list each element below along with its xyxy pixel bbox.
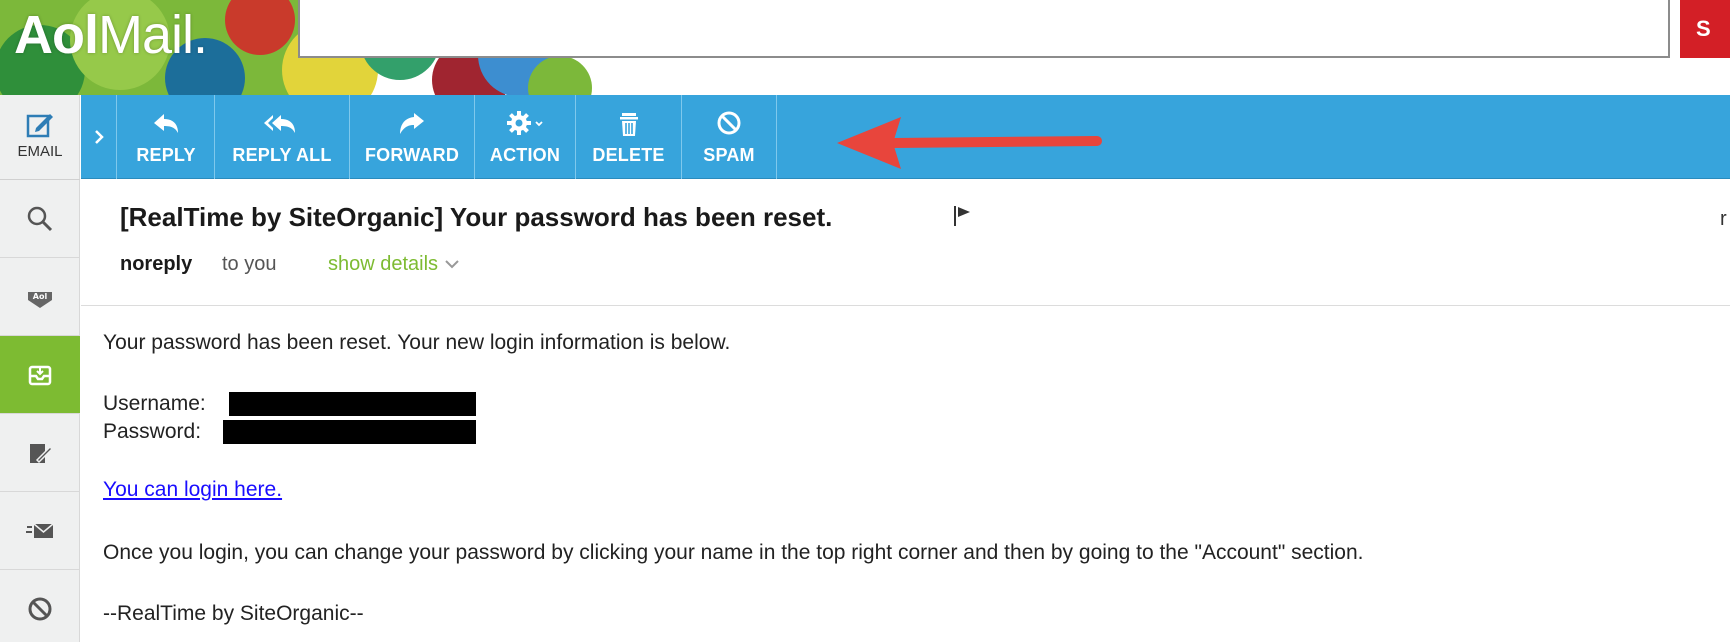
inbox-icon xyxy=(28,365,52,385)
logo-product: Mail. xyxy=(98,5,208,65)
password-redaction xyxy=(223,420,476,444)
chevron-right-icon xyxy=(94,130,104,144)
reply-button[interactable]: REPLY xyxy=(118,95,215,179)
spam-label: SPAM xyxy=(703,144,755,165)
show-details-label: show details xyxy=(328,253,439,275)
reply-label: REPLY xyxy=(136,144,196,165)
compose-label: EMAIL xyxy=(17,143,63,160)
truncated-header-text: r xyxy=(1720,208,1727,230)
forward-label: FORWARD xyxy=(364,144,460,165)
message-sender[interactable]: noreply xyxy=(120,253,192,276)
aol-icon: Aol xyxy=(28,291,52,308)
reply-all-label: REPLY ALL xyxy=(232,144,332,165)
spam-button[interactable]: SPAM xyxy=(682,95,777,179)
compose-icon xyxy=(26,114,53,138)
rail-spam[interactable] xyxy=(0,570,80,642)
username-label: Username: xyxy=(103,392,206,415)
reply-icon xyxy=(154,113,178,133)
left-rail: EMAIL Aol xyxy=(0,95,80,642)
compose-email-button[interactable]: EMAIL xyxy=(0,95,80,180)
search-input[interactable] xyxy=(298,0,1670,58)
show-details-link[interactable]: show details xyxy=(328,253,460,276)
action-label: ACTION xyxy=(489,144,561,165)
username-redaction xyxy=(229,392,476,416)
rail-inbox[interactable] xyxy=(0,336,80,414)
body-signature: --RealTime by SiteOrganic-- xyxy=(103,602,364,625)
sent-icon xyxy=(26,522,54,538)
flag-icon[interactable] xyxy=(952,204,972,228)
search-icon xyxy=(27,206,53,231)
aol-mail-logo[interactable]: AolMail. xyxy=(14,4,208,66)
spam-icon xyxy=(717,111,741,134)
search-button[interactable]: S xyxy=(1680,0,1730,58)
spam-icon xyxy=(28,597,52,620)
trash-icon xyxy=(619,112,638,136)
forward-button[interactable]: FORWARD xyxy=(350,95,475,179)
login-link[interactable]: You can login here. xyxy=(103,478,282,502)
body-instructions: Once you login, you can change your pass… xyxy=(103,541,1364,564)
rail-search[interactable] xyxy=(0,180,80,258)
body-intro: Your password has been reset. Your new l… xyxy=(103,331,731,354)
reply-all-icon xyxy=(264,114,295,133)
expand-sidebar-button[interactable] xyxy=(81,95,117,179)
header-divider xyxy=(81,305,1730,306)
action-button[interactable]: ACTION xyxy=(475,95,576,179)
header: AolMail. S xyxy=(0,0,1730,95)
gear-icon xyxy=(507,110,543,135)
reply-all-button[interactable]: REPLY ALL xyxy=(215,95,350,179)
forward-icon xyxy=(400,112,424,134)
drafts-icon xyxy=(30,443,54,463)
message-subject: [RealTime by SiteOrganic] Your password … xyxy=(120,202,833,232)
rail-aol[interactable]: Aol xyxy=(0,258,80,336)
rail-drafts[interactable] xyxy=(0,414,80,492)
password-label: Password: xyxy=(103,420,202,443)
chevron-down-icon xyxy=(445,260,459,269)
logo-brand: Aol xyxy=(14,5,99,65)
message-recipient: to you xyxy=(222,253,277,275)
delete-button[interactable]: DELETE xyxy=(576,95,682,179)
svg-text:Aol: Aol xyxy=(33,292,48,301)
delete-label: DELETE xyxy=(592,144,665,165)
annotation-arrow xyxy=(837,117,1102,169)
aol-mail-window: AolMail. S EMAIL Aol REPLY REPLY ALL FOR… xyxy=(0,0,1730,642)
rail-sent[interactable] xyxy=(0,492,80,570)
